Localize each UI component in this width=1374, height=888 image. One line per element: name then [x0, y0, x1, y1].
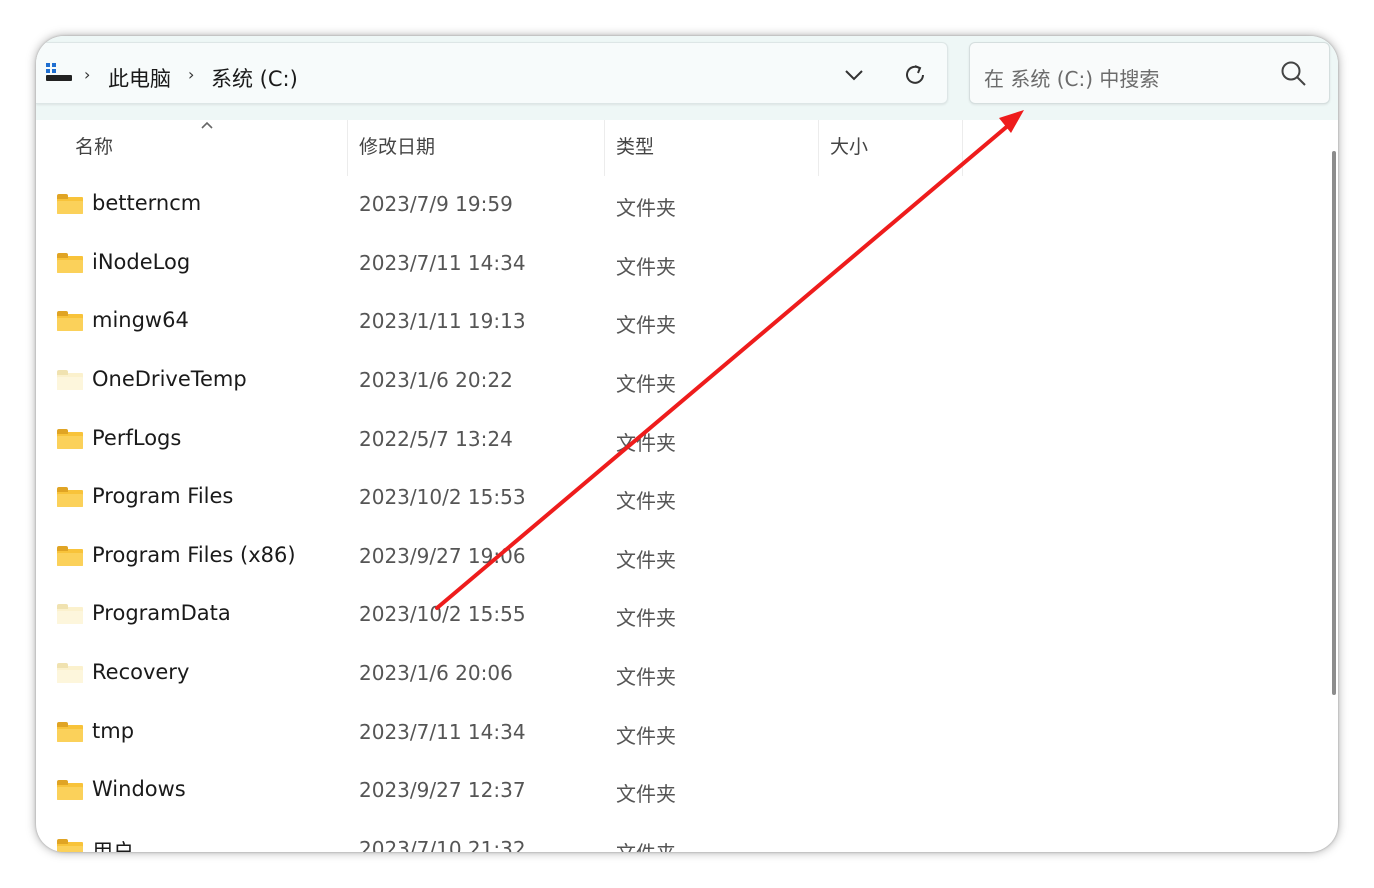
folder-icon [57, 722, 83, 742]
file-row[interactable]: mingw64 2023/1/11 19:13 文件夹 [36, 292, 1326, 350]
column-type[interactable]: 类型 [616, 132, 654, 159]
address-bar[interactable]: › 此电脑 › 系统 (C:) [36, 42, 948, 104]
file-type: 文件夹 [616, 782, 676, 806]
this-pc-icon[interactable] [46, 63, 72, 85]
folder-icon [57, 253, 83, 273]
file-type: 文件夹 [616, 372, 676, 396]
file-type: 文件夹 [616, 489, 676, 513]
file-name: Recovery [92, 660, 190, 684]
sort-ascending-icon [201, 121, 213, 129]
file-name: tmp [92, 719, 135, 743]
file-date: 2023/1/6 20:22 [359, 368, 513, 392]
file-type: 文件夹 [616, 548, 676, 572]
file-date: 2023/1/6 20:06 [359, 661, 513, 685]
file-date: 2023/9/27 12:37 [359, 778, 526, 802]
file-row[interactable]: Program Files 2023/10/2 15:53 文件夹 [36, 468, 1326, 526]
file-type: 文件夹 [616, 196, 676, 220]
file-type: 文件夹 [616, 837, 676, 852]
file-row[interactable]: betterncm 2023/7/9 19:59 文件夹 [36, 175, 1326, 233]
column-divider[interactable] [347, 120, 348, 176]
column-size[interactable]: 大小 [830, 132, 868, 159]
breadcrumb-separator[interactable]: › [188, 65, 194, 84]
toolbar: › 此电脑 › 系统 (C:) 在 系统 (C:) 中搜索 [36, 36, 1338, 120]
folder-hidden-icon [57, 370, 83, 390]
file-row[interactable]: Program Files (x86) 2023/9/27 19:06 文件夹 [36, 527, 1326, 585]
column-divider[interactable] [604, 120, 605, 176]
file-row[interactable]: PerfLogs 2022/5/7 13:24 文件夹 [36, 410, 1326, 468]
folder-icon [57, 429, 83, 449]
breadcrumb-system-c[interactable]: 系统 (C:) [211, 63, 298, 93]
chevron-down-icon[interactable] [842, 65, 866, 85]
file-row[interactable]: tmp 2023/7/11 14:34 文件夹 [36, 703, 1326, 761]
file-name: Program Files (x86) [92, 543, 296, 567]
file-row[interactable]: Windows 2023/9/27 12:37 文件夹 [36, 761, 1326, 819]
file-row[interactable]: 用户 2023/7/10 21:32 文件夹 [36, 820, 1326, 852]
folder-icon [57, 487, 83, 507]
refresh-icon[interactable] [902, 62, 928, 88]
file-date: 2023/10/2 15:53 [359, 485, 526, 509]
breadcrumb-separator[interactable]: › [84, 65, 90, 84]
vertical-scrollbar[interactable] [1332, 151, 1336, 695]
file-type: 文件夹 [616, 665, 676, 689]
folder-icon [57, 194, 83, 214]
column-name[interactable]: 名称 [75, 132, 113, 159]
file-type: 文件夹 [616, 606, 676, 630]
file-name: mingw64 [92, 308, 189, 332]
file-name: betterncm [92, 191, 202, 215]
column-header [36, 120, 1338, 176]
file-date: 2023/7/10 21:32 [359, 837, 526, 852]
file-name: ProgramData [92, 601, 231, 625]
folder-icon [57, 546, 83, 566]
file-name: Program Files [92, 484, 234, 508]
file-date: 2023/1/11 19:13 [359, 309, 526, 333]
file-date: 2023/7/11 14:34 [359, 720, 526, 744]
folder-icon [57, 311, 83, 331]
file-explorer-window: › 此电脑 › 系统 (C:) 在 系统 (C:) 中搜索 名称 修改日期 类型 [36, 36, 1338, 852]
folder-hidden-icon [57, 604, 83, 624]
file-type: 文件夹 [616, 255, 676, 279]
file-row[interactable]: OneDriveTemp 2023/1/6 20:22 文件夹 [36, 351, 1326, 409]
file-name: 用户 [92, 840, 134, 852]
file-row[interactable]: ProgramData 2023/10/2 15:55 文件夹 [36, 585, 1326, 643]
file-date: 2023/9/27 19:06 [359, 544, 526, 568]
column-divider[interactable] [962, 120, 963, 176]
column-divider[interactable] [818, 120, 819, 176]
file-date: 2023/7/9 19:59 [359, 192, 513, 216]
file-row[interactable]: iNodeLog 2023/7/11 14:34 文件夹 [36, 234, 1326, 292]
file-type: 文件夹 [616, 724, 676, 748]
file-name: PerfLogs [92, 426, 182, 450]
folder-icon [57, 839, 83, 852]
file-type: 文件夹 [616, 431, 676, 455]
file-name: OneDriveTemp [92, 367, 247, 391]
folder-hidden-icon [57, 663, 83, 683]
file-name: Windows [92, 777, 186, 801]
file-name: iNodeLog [92, 250, 191, 274]
file-row[interactable]: Recovery 2023/1/6 20:06 文件夹 [36, 644, 1326, 702]
search-placeholder[interactable]: 在 系统 (C:) 中搜索 [984, 63, 1159, 92]
folder-icon [57, 780, 83, 800]
file-type: 文件夹 [616, 313, 676, 337]
breadcrumb-this-pc[interactable]: 此电脑 [108, 63, 171, 93]
file-date: 2023/10/2 15:55 [359, 602, 526, 626]
search-input[interactable]: 在 系统 (C:) 中搜索 [969, 42, 1330, 104]
file-date: 2023/7/11 14:34 [359, 251, 526, 275]
search-icon[interactable] [1280, 60, 1308, 88]
file-date: 2022/5/7 13:24 [359, 427, 513, 451]
column-date-modified[interactable]: 修改日期 [359, 132, 435, 159]
